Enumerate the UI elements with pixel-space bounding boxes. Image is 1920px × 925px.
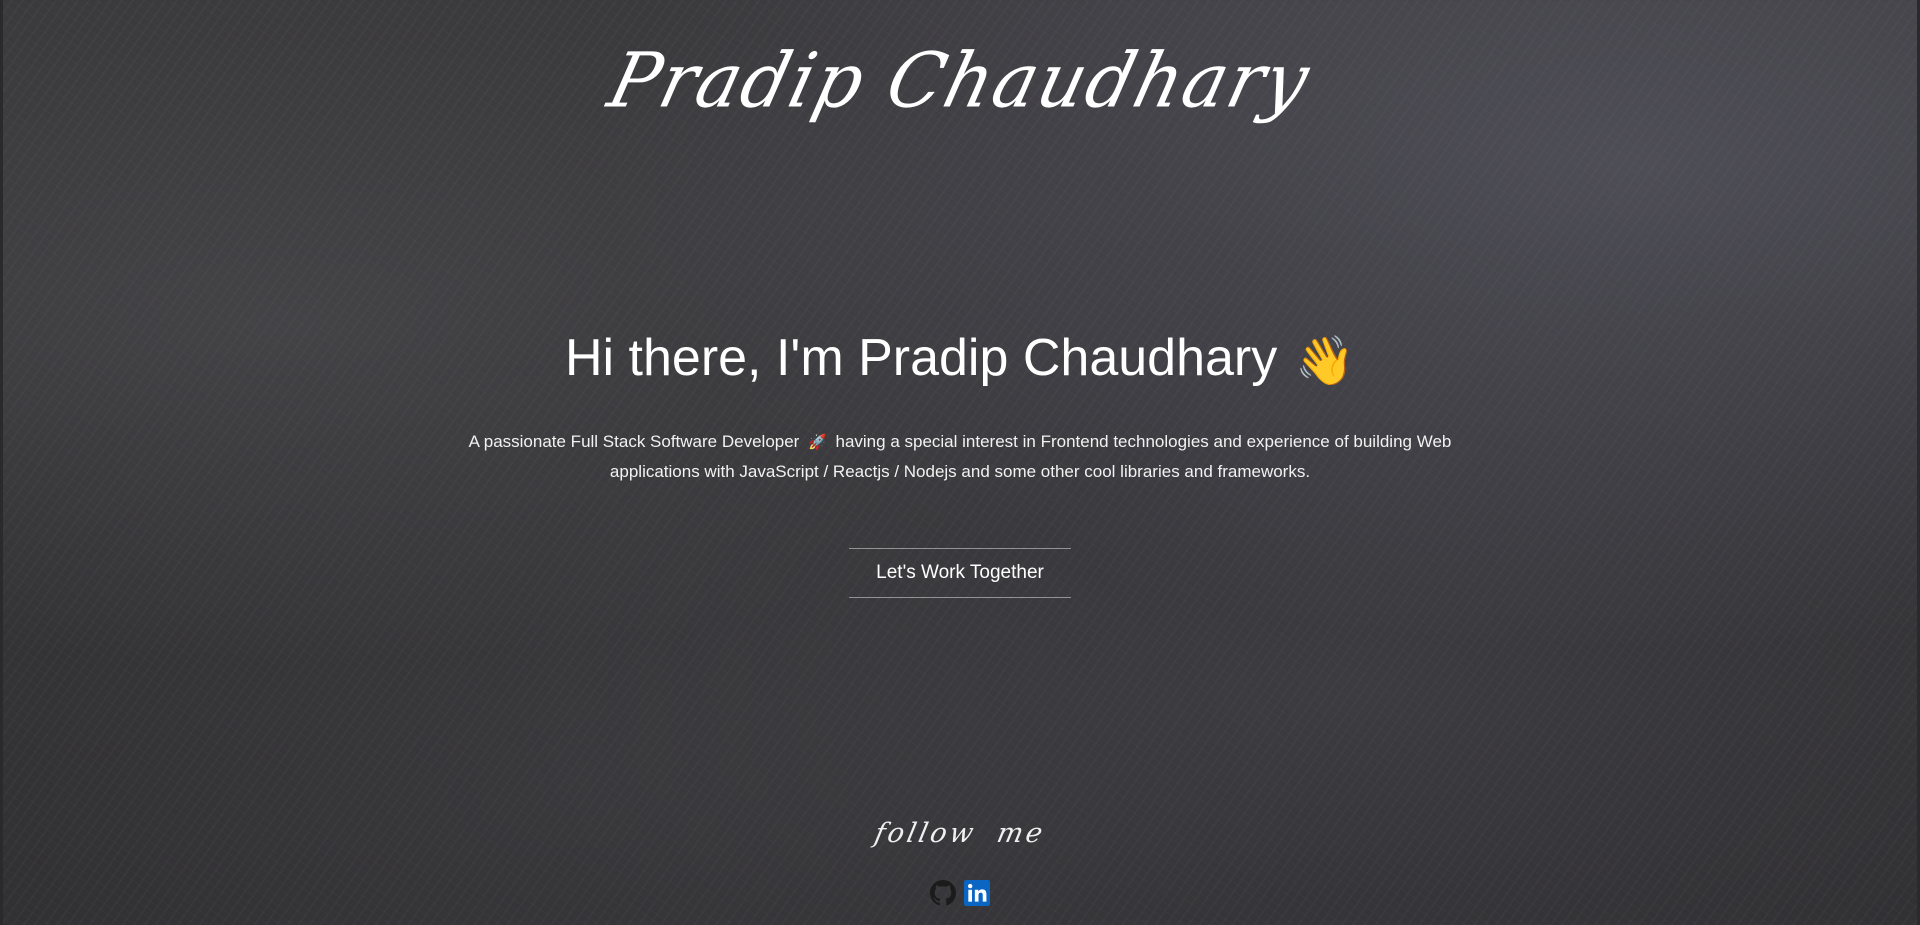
github-link[interactable] (930, 880, 956, 906)
site-logo[interactable]: Pradip Chaudhary (0, 36, 1920, 124)
linkedin-link[interactable] (964, 880, 990, 906)
github-icon (930, 880, 956, 906)
linkedin-icon (964, 880, 990, 906)
lets-work-together-button[interactable]: Let's Work Together (849, 548, 1071, 598)
follow-me-label: follow me (871, 818, 1049, 849)
intro-text-start: A passionate Full Stack Software Develop… (468, 432, 800, 451)
hero-headline: Hi there, I'm Pradip Chaudhary 👋 (0, 325, 1920, 395)
social-links (0, 880, 1920, 906)
headline-text: Hi there, I'm Pradip Chaudhary (564, 329, 1278, 387)
hero-intro: A passionate Full Stack Software Develop… (460, 427, 1460, 486)
waving-hand-icon: 👋 (1295, 335, 1356, 388)
hero-section: Hi there, I'm Pradip Chaudhary 👋 A passio… (0, 325, 1920, 486)
follow-section: follow me (0, 818, 1920, 849)
rocket-icon: 🚀 (808, 434, 827, 451)
